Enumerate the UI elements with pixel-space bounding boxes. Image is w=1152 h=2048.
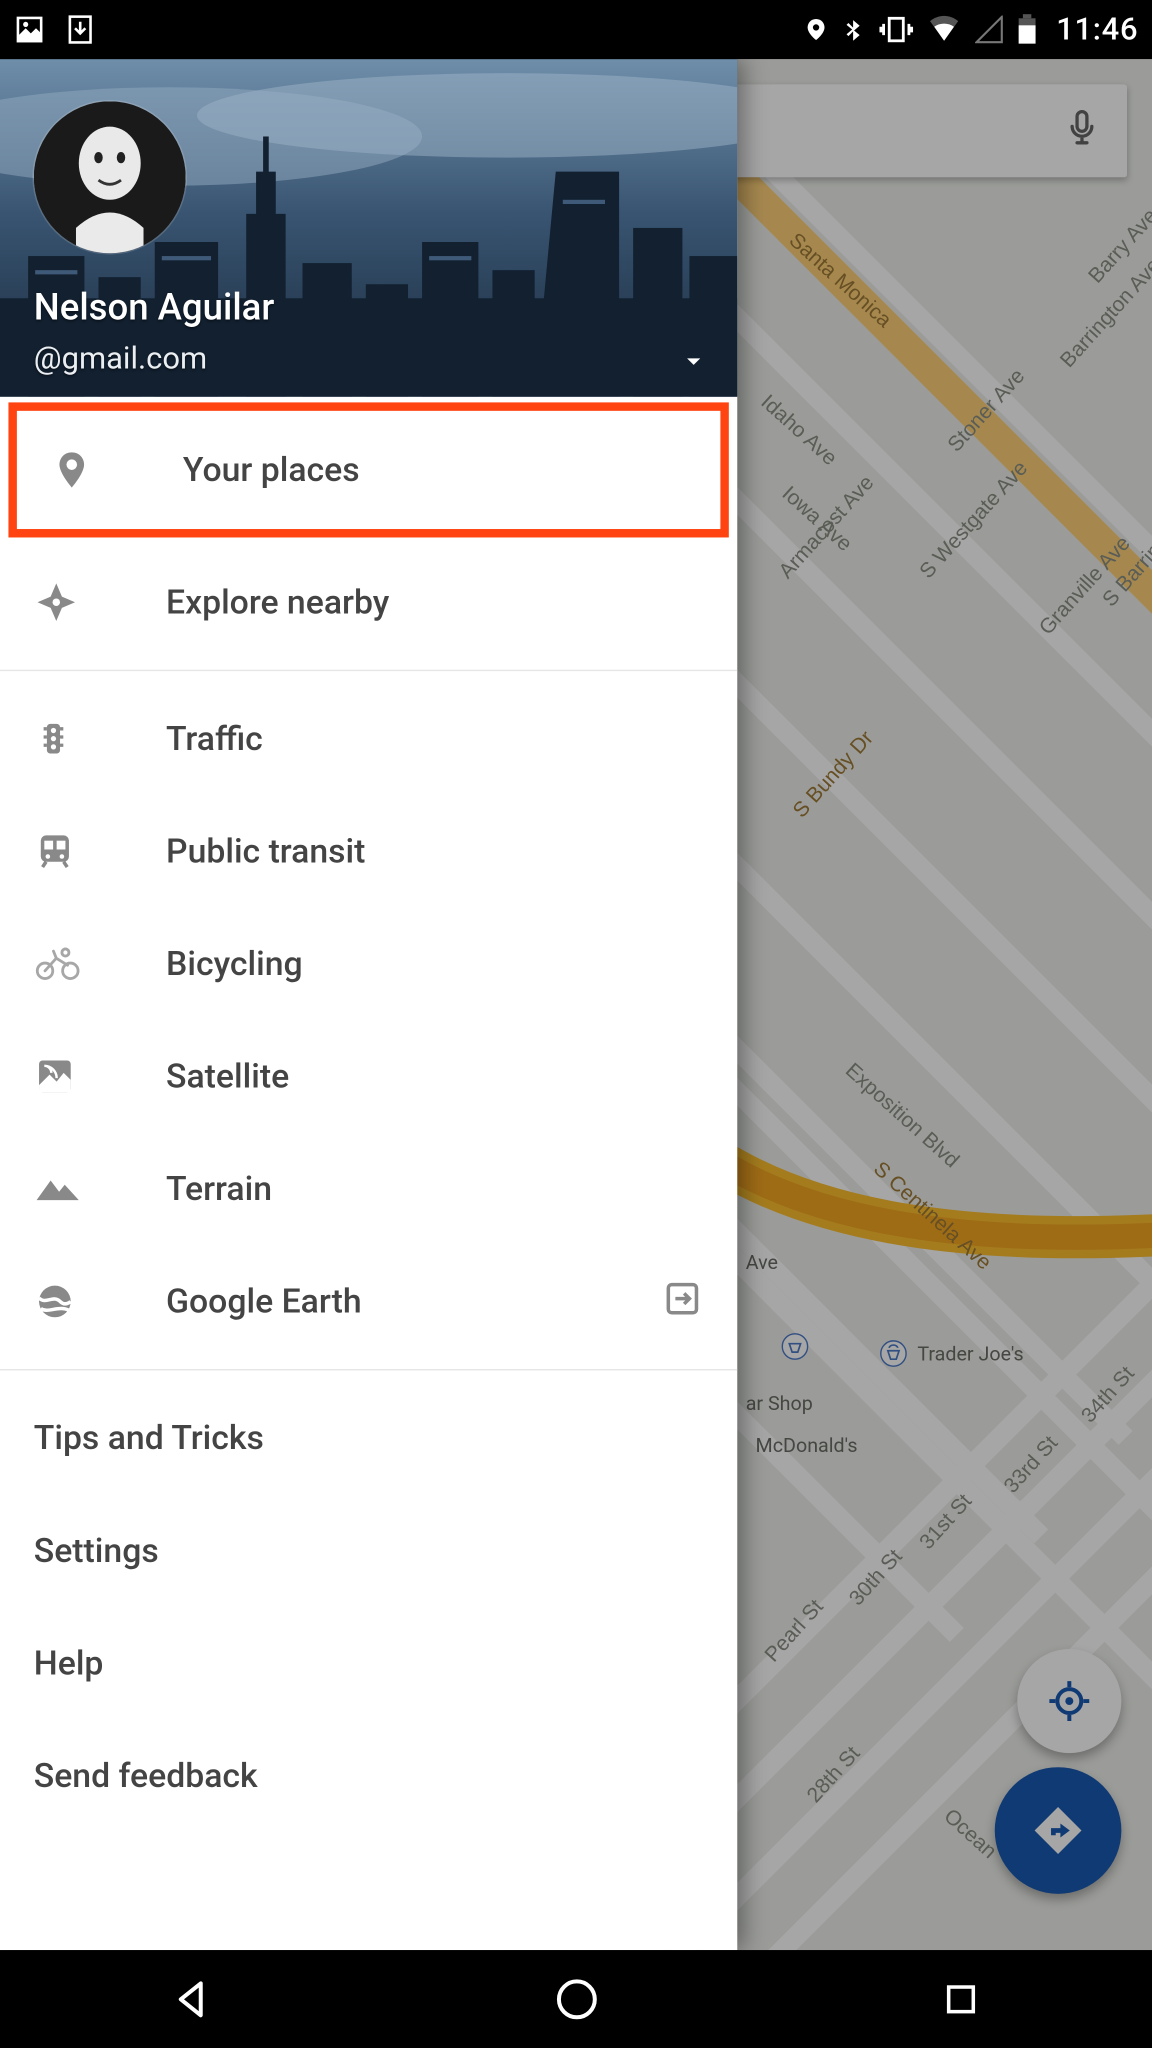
account-switch-dropdown[interactable]: [678, 350, 709, 377]
satellite-icon: [34, 1055, 102, 1097]
divider: [0, 1369, 737, 1370]
traffic-icon: [34, 716, 102, 761]
compass-icon: [34, 580, 102, 625]
external-link-icon: [661, 1278, 703, 1326]
bike-icon: [34, 943, 102, 985]
nav-drawer: Nelson Aguilar @gmail.com Your places: [0, 59, 737, 1950]
vibrate-icon: [879, 15, 913, 43]
menu-label: Explore nearby: [101, 582, 703, 621]
menu-feedback[interactable]: Send feedback: [0, 1719, 737, 1832]
status-bar: 11:46: [0, 0, 1152, 59]
status-time: 11:46: [1056, 12, 1138, 47]
download-icon: [65, 14, 96, 45]
menu-traffic[interactable]: Traffic: [0, 682, 737, 795]
menu-explore-nearby[interactable]: Explore nearby: [0, 546, 737, 659]
wifi-icon: [927, 15, 961, 43]
earth-icon: [34, 1280, 102, 1322]
navigation-bar: [0, 1950, 1152, 2048]
divider: [0, 670, 737, 671]
bluetooth-icon: [842, 14, 865, 45]
content-area: Santa Monica Idaho Ave Iowa Ave Armacost…: [0, 59, 1152, 1950]
menu-label: Google Earth: [101, 1282, 661, 1321]
terrain-icon: [34, 1172, 102, 1206]
menu-google-earth[interactable]: Google Earth: [0, 1245, 737, 1358]
highlight-your-places: Your places: [8, 402, 728, 537]
home-button[interactable]: [520, 1964, 633, 2034]
signal-icon: [975, 15, 1003, 43]
menu-label: Terrain: [101, 1169, 703, 1208]
avatar[interactable]: [34, 101, 186, 253]
drawer-header: Nelson Aguilar @gmail.com: [0, 59, 737, 397]
menu-label: Tips and Tricks: [34, 1418, 704, 1457]
drawer-body: Your places Explore nearby: [0, 397, 737, 1950]
menu-settings[interactable]: Settings: [0, 1494, 737, 1607]
menu-label: Public transit: [101, 832, 703, 871]
pin-icon: [51, 446, 119, 494]
menu-help[interactable]: Help: [0, 1607, 737, 1720]
back-button[interactable]: [136, 1964, 249, 2034]
menu-label: Your places: [118, 450, 686, 489]
menu-your-places[interactable]: Your places: [17, 411, 721, 529]
menu-label: Traffic: [101, 719, 703, 758]
recents-button[interactable]: [904, 1964, 1017, 2034]
transit-icon: [34, 830, 102, 872]
menu-public-transit[interactable]: Public transit: [0, 795, 737, 908]
menu-label: Satellite: [101, 1057, 703, 1096]
menu-bicycling[interactable]: Bicycling: [0, 908, 737, 1021]
location-icon: [803, 14, 828, 45]
battery-icon: [1017, 14, 1037, 45]
menu-label: Send feedback: [34, 1756, 704, 1795]
menu-label: Settings: [34, 1531, 704, 1570]
menu-terrain[interactable]: Terrain: [0, 1133, 737, 1246]
menu-tips[interactable]: Tips and Tricks: [0, 1382, 737, 1495]
menu-label: Bicycling: [101, 944, 703, 983]
user-email: @gmail.com: [34, 342, 207, 377]
image-icon: [14, 14, 45, 45]
menu-satellite[interactable]: Satellite: [0, 1020, 737, 1133]
menu-label: Help: [34, 1643, 704, 1682]
user-name: Nelson Aguilar: [34, 287, 275, 329]
